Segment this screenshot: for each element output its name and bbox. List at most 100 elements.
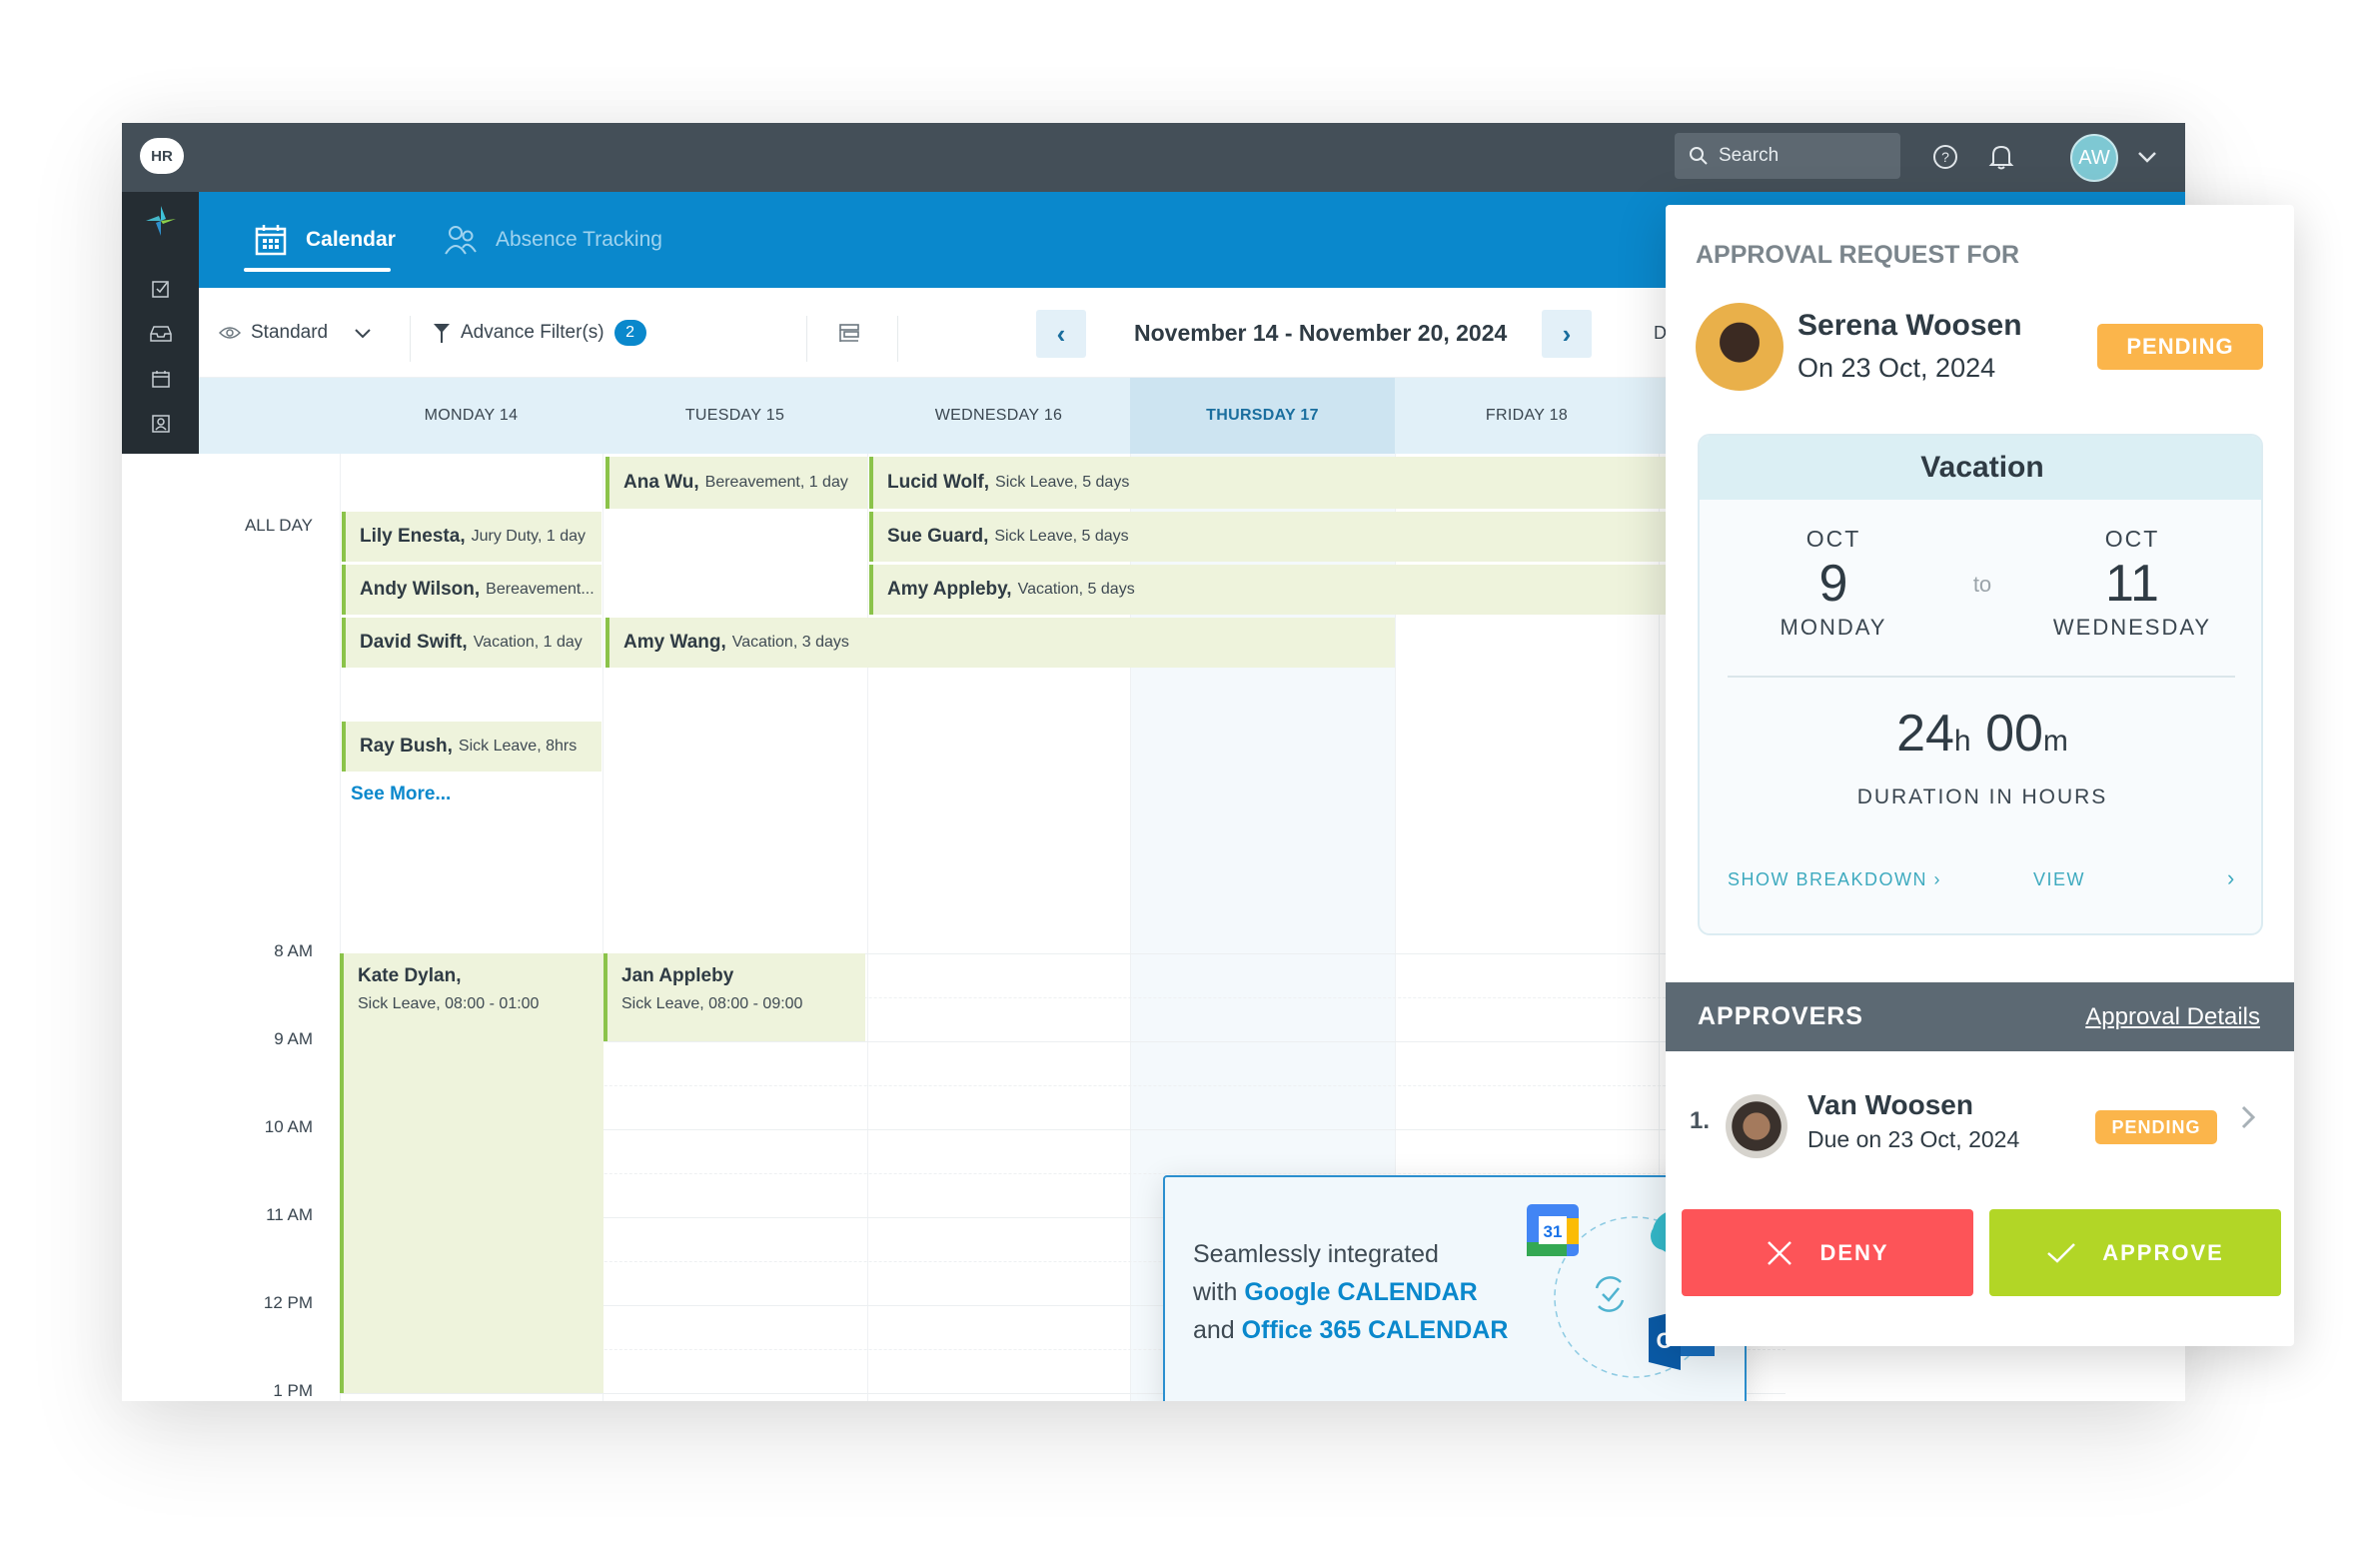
event-jan-appleby[interactable]: Jan Appleby Sick Leave, 08:00 - 09:00 bbox=[603, 953, 865, 1041]
approvers-header: APPROVERS Approval Details bbox=[1666, 982, 2294, 1051]
search-input[interactable]: Search bbox=[1675, 133, 1900, 179]
advance-filter-button[interactable]: Advance Filter(s) 2 bbox=[433, 288, 646, 378]
approver-avatar bbox=[1726, 1094, 1787, 1158]
approve-button[interactable]: APPROVE bbox=[1989, 1209, 2281, 1296]
event-andy-wilson[interactable]: Andy Wilson, Bereavement... bbox=[342, 565, 601, 615]
event-sue-guard[interactable]: Sue Guard, Sick Leave, 5 days bbox=[869, 512, 1793, 562]
tab-calendar[interactable]: Calendar bbox=[254, 192, 396, 288]
tab-calendar-label: Calendar bbox=[306, 228, 396, 251]
chevron-down-icon bbox=[2138, 152, 2156, 163]
event-amy-appleby[interactable]: Amy Appleby, Vacation, 5 days bbox=[869, 565, 1793, 615]
sidebar-item-directory[interactable] bbox=[122, 407, 199, 441]
event-ray-bush[interactable]: Ray Bush, Sick Leave, 8hrs bbox=[342, 722, 601, 772]
end-date: OCT 11 WEDNESDAY bbox=[2032, 526, 2232, 641]
hr-logo[interactable]: HR bbox=[140, 138, 184, 174]
previous-week-button[interactable]: ‹ bbox=[1036, 310, 1086, 358]
event-name: Kate Dylan, bbox=[358, 965, 462, 986]
see-more-link[interactable]: See More... bbox=[351, 783, 451, 805]
event-ana-wu[interactable]: Ana Wu, Bereavement, 1 day bbox=[605, 457, 867, 509]
duration-minutes: 00 bbox=[1985, 705, 2043, 763]
event-detail: Sick Leave, 8hrs bbox=[458, 738, 578, 755]
event-name: David Swift, bbox=[360, 632, 468, 653]
advance-filter-label: Advance Filter(s) bbox=[461, 322, 604, 343]
office365-calendar-link[interactable]: Office 365 CALENDAR bbox=[1242, 1316, 1509, 1344]
svg-text:31: 31 bbox=[1544, 1222, 1563, 1241]
event-kate-dylan[interactable]: Kate Dylan, Sick Leave, 08:00 - 01:00 bbox=[340, 953, 603, 1393]
list-view-button[interactable] bbox=[838, 288, 860, 378]
day-header-monday[interactable]: MONDAY 14 bbox=[340, 378, 602, 454]
event-detail: Bereavement, 1 day bbox=[704, 474, 848, 491]
sidebar-item-tasks[interactable] bbox=[122, 272, 199, 306]
duration-label: DURATION IN HOURS bbox=[1856, 785, 2108, 808]
event-name: Ana Wu, bbox=[623, 472, 699, 493]
next-week-button[interactable]: › bbox=[1542, 310, 1592, 358]
event-detail: Sick Leave, 08:00 - 09:00 bbox=[621, 995, 803, 1012]
tab-absence-tracking-label: Absence Tracking bbox=[496, 228, 662, 251]
close-icon bbox=[1768, 1240, 1792, 1265]
approval-details-link[interactable]: Approval Details bbox=[2085, 1003, 2260, 1031]
tab-absence-tracking[interactable]: Absence Tracking bbox=[444, 192, 662, 288]
event-amy-wang[interactable]: Amy Wang, Vacation, 3 days bbox=[605, 618, 1395, 668]
end-weekday: WEDNESDAY bbox=[2052, 615, 2212, 640]
user-avatar[interactable]: AW bbox=[2070, 134, 2118, 182]
request-status-badge: PENDING bbox=[2097, 324, 2263, 370]
notifications-button[interactable] bbox=[1984, 140, 2018, 174]
sidebar-item-calendar[interactable] bbox=[122, 362, 199, 396]
chevron-right-icon[interactable]: › bbox=[2227, 865, 2236, 891]
list-view-icon bbox=[839, 324, 859, 342]
day-header-friday[interactable]: FRIDAY 18 bbox=[1395, 378, 1659, 454]
approver-name: Van Woosen bbox=[1807, 1089, 1973, 1120]
event-lucid-wolf[interactable]: Lucid Wolf, Sick Leave, 5 days bbox=[869, 457, 1793, 509]
divider bbox=[806, 316, 807, 362]
date-range-label: November 14 - November 20, 2024 bbox=[1134, 319, 1508, 346]
chevron-right-icon bbox=[2241, 1105, 2256, 1129]
date-range-separator: to bbox=[1972, 572, 1992, 597]
google-calendar-link[interactable]: Google CALENDAR bbox=[1244, 1278, 1477, 1306]
view-link[interactable]: VIEW bbox=[2033, 869, 2085, 890]
start-weekday: MONDAY bbox=[1780, 615, 1887, 640]
promo-line-1: Seamlessly integrated bbox=[1193, 1240, 1439, 1268]
approver-expand-chevron[interactable] bbox=[2240, 1104, 2256, 1138]
calendar-icon bbox=[255, 225, 287, 256]
day-header-wednesday[interactable]: WEDNESDAY 16 bbox=[867, 378, 1130, 454]
google-calendar-icon: 31 bbox=[1527, 1204, 1579, 1256]
view-selector[interactable]: Standard bbox=[219, 288, 372, 378]
user-menu-toggle[interactable] bbox=[2130, 140, 2164, 174]
search-placeholder: Search bbox=[1719, 145, 1780, 166]
start-month: OCT bbox=[1805, 526, 1861, 552]
time-label: 11 AM bbox=[266, 1205, 313, 1224]
pinwheel-logo-icon bbox=[145, 206, 176, 236]
time-label: 10 AM bbox=[264, 1117, 313, 1136]
day-header-thursday-today[interactable]: THURSDAY 17 bbox=[1130, 378, 1395, 454]
show-breakdown-link[interactable]: SHOW BREAKDOWN › bbox=[1728, 869, 1941, 890]
product-logo[interactable] bbox=[122, 204, 199, 238]
approver-due-date: Due on 23 Oct, 2024 bbox=[1807, 1126, 2020, 1152]
leave-details-card: Vacation OCT 9 MONDAY to OCT 11 WEDNESDA… bbox=[1698, 434, 2263, 935]
minutes-unit: m bbox=[2042, 725, 2068, 758]
event-david-swift[interactable]: David Swift, Vacation, 1 day bbox=[342, 618, 601, 668]
duration-value: 24h 00m bbox=[1700, 704, 2261, 764]
event-detail: Vacation, 3 days bbox=[731, 634, 849, 651]
help-button[interactable]: ? bbox=[1928, 140, 1962, 174]
approve-label: APPROVE bbox=[2102, 1239, 2224, 1265]
eye-icon bbox=[219, 327, 241, 339]
event-detail: Bereavement... bbox=[486, 581, 595, 598]
event-detail: Vacation, 1 day bbox=[473, 634, 583, 651]
all-day-label: ALL DAY bbox=[244, 516, 313, 535]
deny-button[interactable]: DENY bbox=[1682, 1209, 1973, 1296]
requester-name: Serena Woosen bbox=[1797, 309, 2022, 342]
tasks-icon bbox=[151, 281, 169, 298]
approval-panel-title: APPROVAL REQUEST FOR bbox=[1696, 241, 2020, 269]
promo-prefix: and bbox=[1193, 1316, 1242, 1344]
duration-hours: 24 bbox=[1896, 705, 1954, 763]
chevron-down-icon bbox=[355, 328, 371, 338]
sidebar-item-inbox[interactable] bbox=[122, 317, 199, 351]
active-tab-indicator bbox=[244, 268, 391, 272]
end-day: 11 bbox=[2105, 555, 2159, 613]
event-lily-enesta[interactable]: Lily Enesta, Jury Duty, 1 day bbox=[342, 512, 601, 562]
day-header-tuesday[interactable]: TUESDAY 15 bbox=[602, 378, 867, 454]
promo-text: Seamlessly integrated with Google CALEND… bbox=[1193, 1235, 1508, 1349]
chevron-right-icon: › bbox=[1562, 318, 1572, 349]
bell-icon bbox=[1988, 145, 2014, 170]
leave-type: Vacation bbox=[1700, 436, 2261, 500]
